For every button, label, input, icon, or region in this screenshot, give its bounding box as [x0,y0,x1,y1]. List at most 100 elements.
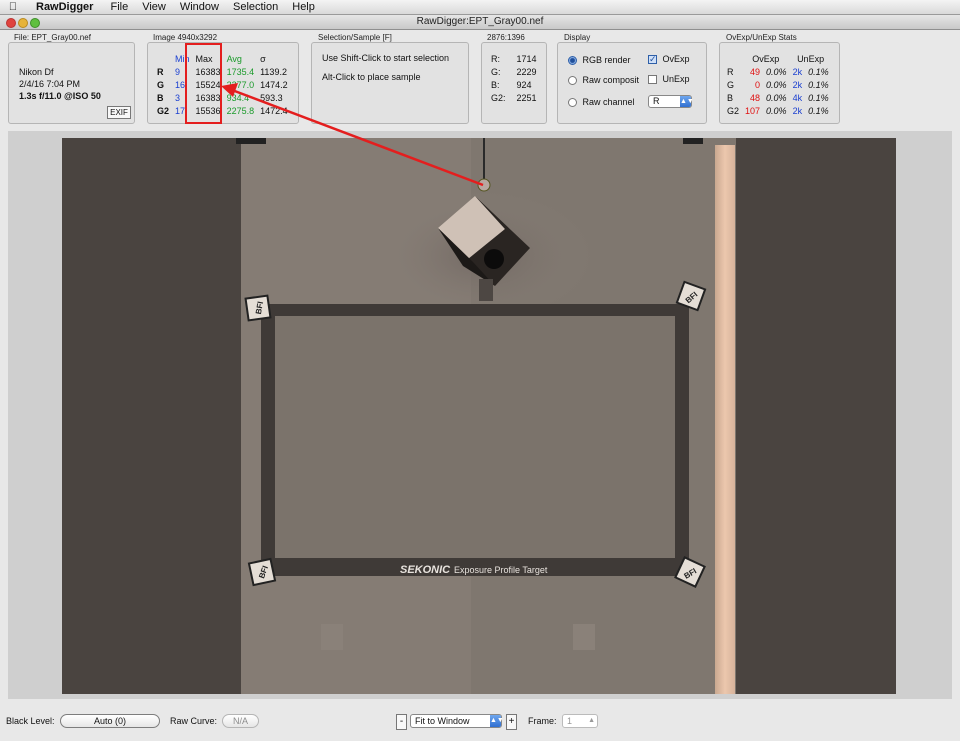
unexp-checkbox[interactable] [648,75,657,85]
ov-count: 0 [755,80,761,90]
image-panel-label: Image 4940x3292 [153,33,218,42]
table-row: R 49 0.0% 2k 0.1% [724,66,832,79]
row-max: 15524 [195,80,221,90]
window-title: RawDigger:EPT_Gray00.nef [416,16,544,27]
camera-model: Nikon Df [19,67,54,77]
sample-value: 2251 [516,93,537,103]
un-pct: 0.1% [808,106,829,116]
raw-curve-label: Raw Curve: [170,716,218,726]
row-min: 3 [175,93,181,103]
sample-channel: G: [491,67,501,77]
raw-composit-option[interactable]: Raw composit [568,75,640,86]
ovexp-checkbox[interactable]: ✓ [648,55,657,65]
frame-value: 1 [567,716,573,726]
un-count: 2k [792,106,803,116]
target-caption: Exposure Profile Target [454,565,548,575]
col-max-header: Max [195,54,213,64]
ov-pct: 0.0% [766,67,787,77]
rgb-render-option[interactable]: RGB render [568,55,631,66]
selection-hint-1: Use Shift-Click to start selection [322,53,450,63]
exposure-info: 1.3s f/11.0 @ISO 50 [19,91,101,101]
target-gray-patch [275,316,675,558]
file-panel: Nikon Df 2/4/16 7:04 PM 1.3s f/11.0 @ISO… [8,42,135,124]
sample-values-table: R: 1714 G: 2229 B: 924 G2: 2251 [488,53,540,105]
menu-app-name[interactable]: RawDigger [26,1,103,13]
row-avg: 2275.8 [226,106,255,116]
rgb-render-radio[interactable] [568,56,577,66]
display-panel-label: Display [564,33,591,42]
raw-composit-label: Raw composit [582,75,640,85]
un-pct: 0.1% [808,67,829,77]
ovexp-header: OvExp [752,54,780,64]
table-row: G2 107 0.0% 2k 0.1% [724,105,832,118]
un-count: 2k [792,67,803,77]
raw-channel-option[interactable]: Raw channel [568,97,635,108]
col-sigma-header: σ [260,54,266,64]
table-row: B 3 16383 934.4 593.3 [154,92,291,105]
row-channel: R [157,67,164,77]
faint-patch-1 [321,624,343,650]
zoom-in-button[interactable]: + [506,714,517,730]
sample-channel: G2: [491,93,506,103]
select-arrow-icon: ▲▼ [680,96,694,107]
frame-label: Frame: [528,716,557,726]
row-min: 16 [175,80,186,90]
zoom-select[interactable]: Fit to Window ▲▼ [410,714,504,728]
stats-panel-label: OvExp/UnExp Stats [726,33,797,42]
menu-selection[interactable]: Selection [226,1,285,13]
frame-stepper[interactable]: 1 ▲ [562,714,598,728]
black-level-button[interactable]: Auto (0) [60,714,160,728]
row-sigma: 1472.4 [260,106,288,116]
row-min: 17 [175,106,186,116]
coords-panel-label: 2876:1396 [487,33,525,42]
menu-help[interactable]: Help [285,1,322,13]
menu-view[interactable]: View [135,1,173,13]
sample-value: 924 [516,80,532,90]
un-pct: 0.1% [808,80,829,90]
zoom-light[interactable] [30,18,40,28]
black-level-label: Black Level: [6,716,55,726]
image-stats-table: Min Max Avg σ R 9 16383 1735.4 1139.2 G … [154,53,291,118]
ovexp-label: OvExp [662,54,690,64]
menu-file[interactable]: File [103,1,135,13]
zoom-out-button[interactable]: - [396,714,407,730]
table-row: B: 924 [488,79,540,92]
stat-channel: G2 [727,106,740,116]
un-count: 4k [792,93,803,103]
ov-count: 107 [745,106,761,116]
table-row: B 48 0.0% 4k 0.1% [724,92,832,105]
minimize-light[interactable] [18,18,28,28]
top-clip-left [236,138,266,144]
apple-icon[interactable]:  [0,1,26,13]
row-channel: B [157,93,164,103]
raw-curve-button[interactable]: N/A [222,714,259,728]
image-stats-panel: Min Max Avg σ R 9 16383 1735.4 1139.2 G … [147,42,299,124]
unexp-option[interactable]: UnExp [648,74,690,85]
stat-channel: R [727,67,734,77]
row-channel: G [157,80,165,90]
menu-window[interactable]: Window [173,1,226,13]
stat-channel: G [727,80,735,90]
image-viewer[interactable]: SEKONIC Exposure Profile Target BFI BFI … [8,131,952,699]
sekonic-brand: SEKONIC [400,564,451,576]
ovexp-option[interactable]: ✓ OvExp [648,54,690,65]
table-row: G2: 2251 [488,92,540,105]
row-channel: G2 [157,106,170,116]
raw-channel-select[interactable]: R ▲▼ [648,95,694,108]
ov-count: 49 [750,67,761,77]
stat-channel: B [727,93,734,103]
row-max: 16383 [195,67,221,77]
row-avg: 934.4 [226,93,250,103]
unexp-header: UnExp [797,54,825,64]
sample-channel: R: [491,54,500,64]
close-light[interactable] [6,18,16,28]
raw-composit-radio[interactable] [568,76,577,86]
raw-image-canvas[interactable]: SEKONIC Exposure Profile Target BFI BFI … [8,131,952,699]
row-avg: 1735.4 [226,67,255,77]
row-sigma: 1474.2 [260,80,288,90]
raw-channel-radio[interactable] [568,98,577,108]
top-clip-right [683,138,703,144]
exif-button[interactable]: EXIF [107,106,131,119]
rgb-render-label: RGB render [582,55,631,65]
menu-bar:  RawDigger File View Window Selection H… [0,0,960,15]
